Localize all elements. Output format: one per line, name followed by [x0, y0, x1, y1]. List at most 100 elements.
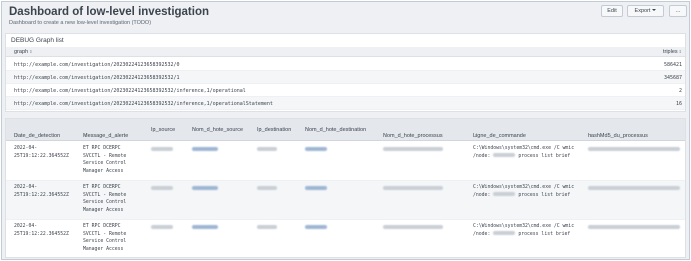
command-line: /node: process list brief	[473, 231, 574, 239]
hote-destination-cell	[305, 223, 327, 231]
commande-cell: C:\Windows\system32\cmd.exe /C wmic/node…	[473, 145, 574, 160]
sort-arrows-icon: ⇕	[306, 127, 310, 132]
sort-arrows-icon: ⇕	[474, 133, 478, 138]
date-line: 2022-04-	[14, 146, 38, 151]
redacted-value	[305, 225, 327, 229]
ip-destination-cell	[257, 184, 277, 192]
more-options-button[interactable]: ...	[669, 5, 687, 17]
sort-arrows-icon: ⇕	[84, 133, 88, 138]
message-line: Manager Access	[83, 207, 124, 213]
sort-arrows-icon: ⇕	[589, 133, 593, 138]
table-row[interactable]: http://example.com/investigation/2023022…	[6, 84, 685, 97]
redacted-value	[192, 147, 218, 151]
sort-arrows-icon: ⇕	[258, 127, 262, 132]
export-button[interactable]: Export	[627, 5, 664, 17]
graph-cell: http://example.com/investigation/2023022…	[14, 101, 273, 107]
date-cell: 2022-04- 25T19:12:22.364552Z	[14, 184, 69, 199]
hote-destination-cell	[305, 145, 327, 153]
date-line: 25T19:12:22.364552Z	[14, 192, 69, 198]
alerts-table-panel: Date_de_detection ⇕ Message_d_alerte ⇕ Ip_…	[5, 118, 686, 259]
sort-arrows-icon: ⇕	[152, 127, 156, 132]
message-line: SVCCTL - Remote	[83, 231, 127, 237]
commande-cell: C:\Windows\system32\cmd.exe /C wmic/node…	[473, 184, 574, 199]
sort-arrows-icon: ⇕	[678, 49, 682, 54]
command-line: C:\Windows\system32\cmd.exe /C wmic	[473, 146, 575, 151]
column-header-label: Message_d_alerte	[83, 133, 129, 139]
date-line: 2022-04-	[14, 224, 38, 229]
date-line: 25T19:12:22.364552Z	[14, 231, 69, 237]
column-header-label: triples	[662, 49, 678, 55]
table-row[interactable]: http://example.com/investigation/2023022…	[6, 58, 685, 71]
command-text: process list brief	[518, 153, 571, 159]
table-row[interactable]: 2022-04- 25T19:12:22.364552Z ET RPC DCERP…	[6, 142, 685, 181]
graph-cell: http://example.com/investigation/2023022…	[14, 62, 180, 68]
column-header-label: hashMd5_du_processus	[588, 133, 648, 139]
hote-destination-cell	[305, 184, 327, 192]
redacted-value	[493, 153, 516, 157]
column-header-label: Nom_d_hote_destination	[305, 127, 367, 133]
column-header-label: Nom_d_hote_source	[192, 127, 244, 133]
redacted-value	[383, 186, 443, 190]
command-line: /node: process list brief	[473, 153, 574, 161]
hash-cell	[588, 184, 680, 192]
sort-arrows-icon: ⇕	[193, 127, 197, 132]
export-button-label: Export	[634, 8, 651, 14]
ip-source-cell	[151, 184, 173, 192]
alerts-table-header: Date_de_detection ⇕ Message_d_alerte ⇕ Ip_…	[6, 119, 685, 141]
hote-processus-cell	[383, 223, 443, 231]
panel-title: DEBUG Graph list	[11, 37, 64, 44]
dashboard-frame: Dashboard of low-level investigation Das…	[1, 1, 690, 260]
column-header-triples[interactable]: triples⇕	[663, 49, 682, 55]
hote-processus-cell	[383, 184, 443, 192]
column-header-graph[interactable]: graph⇕	[14, 49, 32, 55]
redacted-value	[305, 186, 327, 190]
redacted-value	[588, 186, 680, 190]
redacted-value	[257, 186, 277, 190]
redacted-value	[588, 147, 680, 151]
message-line: ET RPC DCERPC	[83, 185, 121, 190]
ip-destination-cell	[257, 145, 277, 153]
redacted-value	[192, 225, 218, 229]
edit-button[interactable]: Edit	[601, 5, 623, 17]
column-header-label: Nom_d_hote_processus	[383, 133, 443, 139]
redacted-value	[588, 225, 680, 229]
table-row[interactable]: http://example.com/investigation/2023022…	[6, 71, 685, 84]
command-line: /node: process list brief	[473, 192, 574, 200]
command-text: process list brief	[518, 192, 571, 198]
caret-down-icon	[652, 9, 657, 11]
column-header-label: Ligne_de_commande	[473, 133, 526, 139]
dashboard-header: Dashboard of low-level investigation Das…	[2, 2, 689, 32]
redacted-value	[257, 225, 277, 229]
command-text: process list brief	[518, 231, 571, 237]
date-line: 25T19:12:22.364552Z	[14, 153, 69, 159]
graph-list-panel: DEBUG Graph list graph⇕ triples⇕ http://…	[5, 33, 686, 112]
redacted-value	[493, 231, 516, 235]
redacted-value	[305, 147, 327, 151]
redacted-value	[257, 147, 277, 151]
redacted-value	[493, 192, 516, 196]
dashboard-title: Dashboard of low-level investigation	[9, 6, 210, 18]
command-text: /node:	[473, 192, 491, 198]
ip-source-cell	[151, 145, 173, 153]
sort-arrows-icon: ⇕	[29, 49, 33, 54]
redacted-value	[383, 147, 443, 151]
graph-table-header: graph⇕ triples⇕	[6, 47, 685, 57]
hash-cell	[588, 223, 680, 231]
triples-cell: 345687	[663, 75, 682, 81]
hote-processus-cell	[383, 145, 443, 153]
sort-arrows-icon: ⇕	[384, 133, 388, 138]
table-row[interactable]: 2022-04- 25T19:12:22.364552Z ET RPC DCERP…	[6, 220, 685, 259]
message-cell: ET RPC DCERPC SVCCTL - Remote Service Cont…	[83, 145, 126, 175]
ip-source-cell	[151, 223, 173, 231]
date-line: 2022-04-	[14, 185, 38, 190]
message-line: Service Control	[83, 200, 127, 205]
table-row[interactable]: http://example.com/investigation/2023022…	[6, 97, 685, 110]
triples-cell: 586421	[663, 62, 682, 68]
hote-source-cell	[192, 223, 218, 231]
hash-cell	[588, 145, 680, 153]
message-line: Service Control	[83, 239, 127, 244]
column-header-label: Date_de_detection	[14, 133, 61, 139]
column-header-label: Ip_destination	[257, 127, 292, 133]
table-row[interactable]: 2022-04- 25T19:12:22.364552Z ET RPC DCERP…	[6, 181, 685, 220]
hote-source-cell	[192, 145, 218, 153]
